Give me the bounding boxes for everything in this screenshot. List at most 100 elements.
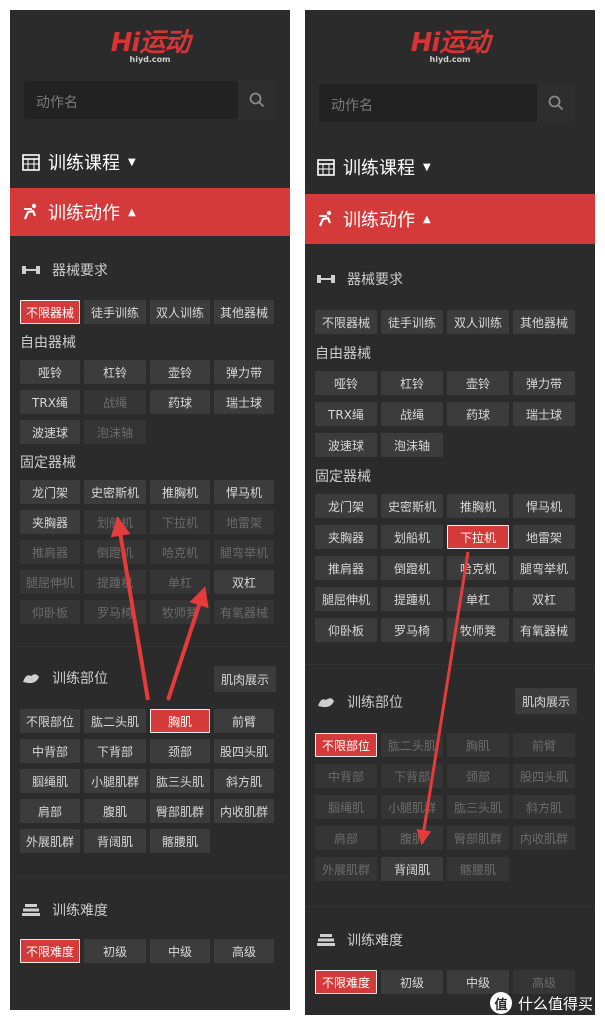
body-chip[interactable]: 腘绳肌 xyxy=(315,795,377,819)
body-chip[interactable]: 肱三头肌 xyxy=(447,795,509,819)
equip-chip[interactable]: 龙门架 xyxy=(20,480,80,504)
equip-chip[interactable]: 腿屈伸机 xyxy=(315,587,377,611)
equip-chip[interactable]: 提踵机 xyxy=(381,587,443,611)
equip-chip[interactable]: 推肩器 xyxy=(20,540,80,564)
difficulty-chip[interactable]: 高级 xyxy=(513,970,575,994)
equip-chip[interactable]: 单杠 xyxy=(447,587,509,611)
difficulty-chip[interactable]: 中级 xyxy=(150,939,210,963)
equip-chip[interactable]: 下拉机 xyxy=(150,510,210,534)
equip-chip[interactable]: 夹胸器 xyxy=(20,510,80,534)
equip-chip[interactable]: 弹力带 xyxy=(513,371,575,395)
body-chip[interactable]: 小腿肌群 xyxy=(84,769,146,793)
nav-training-courses[interactable]: 训练课程 ▼ xyxy=(305,143,595,191)
body-chip[interactable]: 前臂 xyxy=(214,709,274,733)
equip-chip[interactable]: 双杠 xyxy=(513,587,575,611)
equip-chip[interactable]: 壶铃 xyxy=(150,360,210,384)
equip-chip[interactable]: 地雷架 xyxy=(513,525,575,549)
equip-chip[interactable]: 徒手训练 xyxy=(381,310,443,334)
equip-chip[interactable]: 不限器械 xyxy=(20,300,80,324)
equip-chip[interactable]: 仰卧板 xyxy=(315,618,377,642)
search-button[interactable] xyxy=(238,81,276,119)
body-chip[interactable]: 臀部肌群 xyxy=(150,799,210,823)
equip-chip[interactable]: 史密斯机 xyxy=(381,494,443,518)
equip-chip[interactable]: 单杠 xyxy=(150,570,210,594)
body-chip[interactable]: 内收肌群 xyxy=(214,799,274,823)
body-chip[interactable]: 中背部 xyxy=(20,739,80,763)
difficulty-chip[interactable]: 初级 xyxy=(84,939,146,963)
equip-chip[interactable]: 泡沫轴 xyxy=(381,433,443,457)
difficulty-chip[interactable]: 不限难度 xyxy=(20,939,80,963)
equip-chip[interactable]: 哑铃 xyxy=(315,371,377,395)
nav-training-actions[interactable]: 训练动作 ▲ xyxy=(305,194,595,244)
equip-chip[interactable]: 倒蹬机 xyxy=(84,540,146,564)
body-chip[interactable]: 股四头肌 xyxy=(513,764,575,788)
equip-chip[interactable]: 划船机 xyxy=(381,525,443,549)
equip-chip[interactable]: 腿屈伸机 xyxy=(20,570,80,594)
equip-chip[interactable]: 瑞士球 xyxy=(513,402,575,426)
body-chip[interactable]: 颈部 xyxy=(150,739,210,763)
body-chip[interactable]: 下背部 xyxy=(381,764,443,788)
equip-chip[interactable]: 腿弯举机 xyxy=(513,556,575,580)
equip-chip[interactable]: 波速球 xyxy=(20,420,80,444)
equip-chip[interactable]: 牧师凳 xyxy=(150,600,210,624)
equip-chip[interactable]: 倒蹬机 xyxy=(381,556,443,580)
body-chip[interactable]: 斜方肌 xyxy=(513,795,575,819)
body-chip[interactable]: 胸肌 xyxy=(150,709,210,733)
body-chip[interactable]: 肩部 xyxy=(20,799,80,823)
equip-chip[interactable]: 腿弯举机 xyxy=(214,540,274,564)
equip-chip[interactable]: 哈克机 xyxy=(150,540,210,564)
body-chip[interactable]: 小腿肌群 xyxy=(381,795,443,819)
body-chip[interactable]: 中背部 xyxy=(315,764,377,788)
equip-chip[interactable]: 双人训练 xyxy=(447,310,509,334)
equip-chip[interactable]: 地雷架 xyxy=(214,510,274,534)
equip-chip[interactable]: 罗马椅 xyxy=(381,618,443,642)
body-chip[interactable]: 内收肌群 xyxy=(513,826,575,850)
body-chip[interactable]: 髂腰肌 xyxy=(447,857,509,881)
equip-chip[interactable]: 有氧器械 xyxy=(214,600,274,624)
equip-chip[interactable]: TRX绳 xyxy=(315,402,377,426)
difficulty-chip[interactable]: 不限难度 xyxy=(315,970,377,994)
body-chip[interactable]: 肱三头肌 xyxy=(150,769,210,793)
muscle-display-button[interactable]: 肌肉展示 xyxy=(214,666,276,692)
body-chip[interactable]: 腘绳肌 xyxy=(20,769,80,793)
equip-chip[interactable]: 药球 xyxy=(150,390,210,414)
equip-chip[interactable]: 其他器械 xyxy=(513,310,575,334)
body-chip[interactable]: 胸肌 xyxy=(447,733,509,757)
body-chip[interactable]: 腹肌 xyxy=(84,799,146,823)
equip-chip[interactable]: TRX绳 xyxy=(20,390,80,414)
equip-chip[interactable]: 哑铃 xyxy=(20,360,80,384)
equip-chip[interactable]: 战绳 xyxy=(381,402,443,426)
search-box[interactable]: 动作名 xyxy=(24,81,276,119)
body-chip[interactable]: 股四头肌 xyxy=(214,739,274,763)
body-chip[interactable]: 斜方肌 xyxy=(214,769,274,793)
body-chip[interactable]: 肱二头肌 xyxy=(84,709,146,733)
equip-chip[interactable]: 瑞士球 xyxy=(214,390,274,414)
equip-chip[interactable]: 提踵机 xyxy=(84,570,146,594)
search-button[interactable] xyxy=(537,84,575,122)
equip-chip[interactable]: 徒手训练 xyxy=(84,300,146,324)
equip-chip[interactable]: 双杠 xyxy=(214,570,274,594)
search-input[interactable]: 动作名 xyxy=(331,95,373,115)
equip-chip[interactable]: 罗马椅 xyxy=(84,600,146,624)
equip-chip[interactable]: 不限器械 xyxy=(315,310,377,334)
equip-chip[interactable]: 哈克机 xyxy=(447,556,509,580)
equip-chip[interactable]: 悍马机 xyxy=(214,480,274,504)
equip-chip[interactable]: 划船机 xyxy=(84,510,146,534)
body-chip[interactable]: 臀部肌群 xyxy=(447,826,509,850)
body-chip[interactable]: 肩部 xyxy=(315,826,377,850)
equip-chip[interactable]: 战绳 xyxy=(84,390,146,414)
body-chip[interactable]: 背阔肌 xyxy=(381,857,443,881)
equip-chip[interactable]: 推胸机 xyxy=(150,480,210,504)
body-chip[interactable]: 不限部位 xyxy=(20,709,80,733)
equip-chip[interactable]: 双人训练 xyxy=(150,300,210,324)
equip-chip[interactable]: 仰卧板 xyxy=(20,600,80,624)
equip-chip[interactable]: 有氧器械 xyxy=(513,618,575,642)
body-chip[interactable]: 颈部 xyxy=(447,764,509,788)
equip-chip[interactable]: 其他器械 xyxy=(214,300,274,324)
search-box[interactable]: 动作名 xyxy=(319,84,575,122)
nav-training-courses[interactable]: 训练课程 ▼ xyxy=(10,138,290,186)
equip-chip[interactable]: 下拉机 xyxy=(447,525,509,549)
difficulty-chip[interactable]: 初级 xyxy=(381,970,443,994)
body-chip[interactable]: 外展肌群 xyxy=(315,857,377,881)
equip-chip[interactable]: 壶铃 xyxy=(447,371,509,395)
